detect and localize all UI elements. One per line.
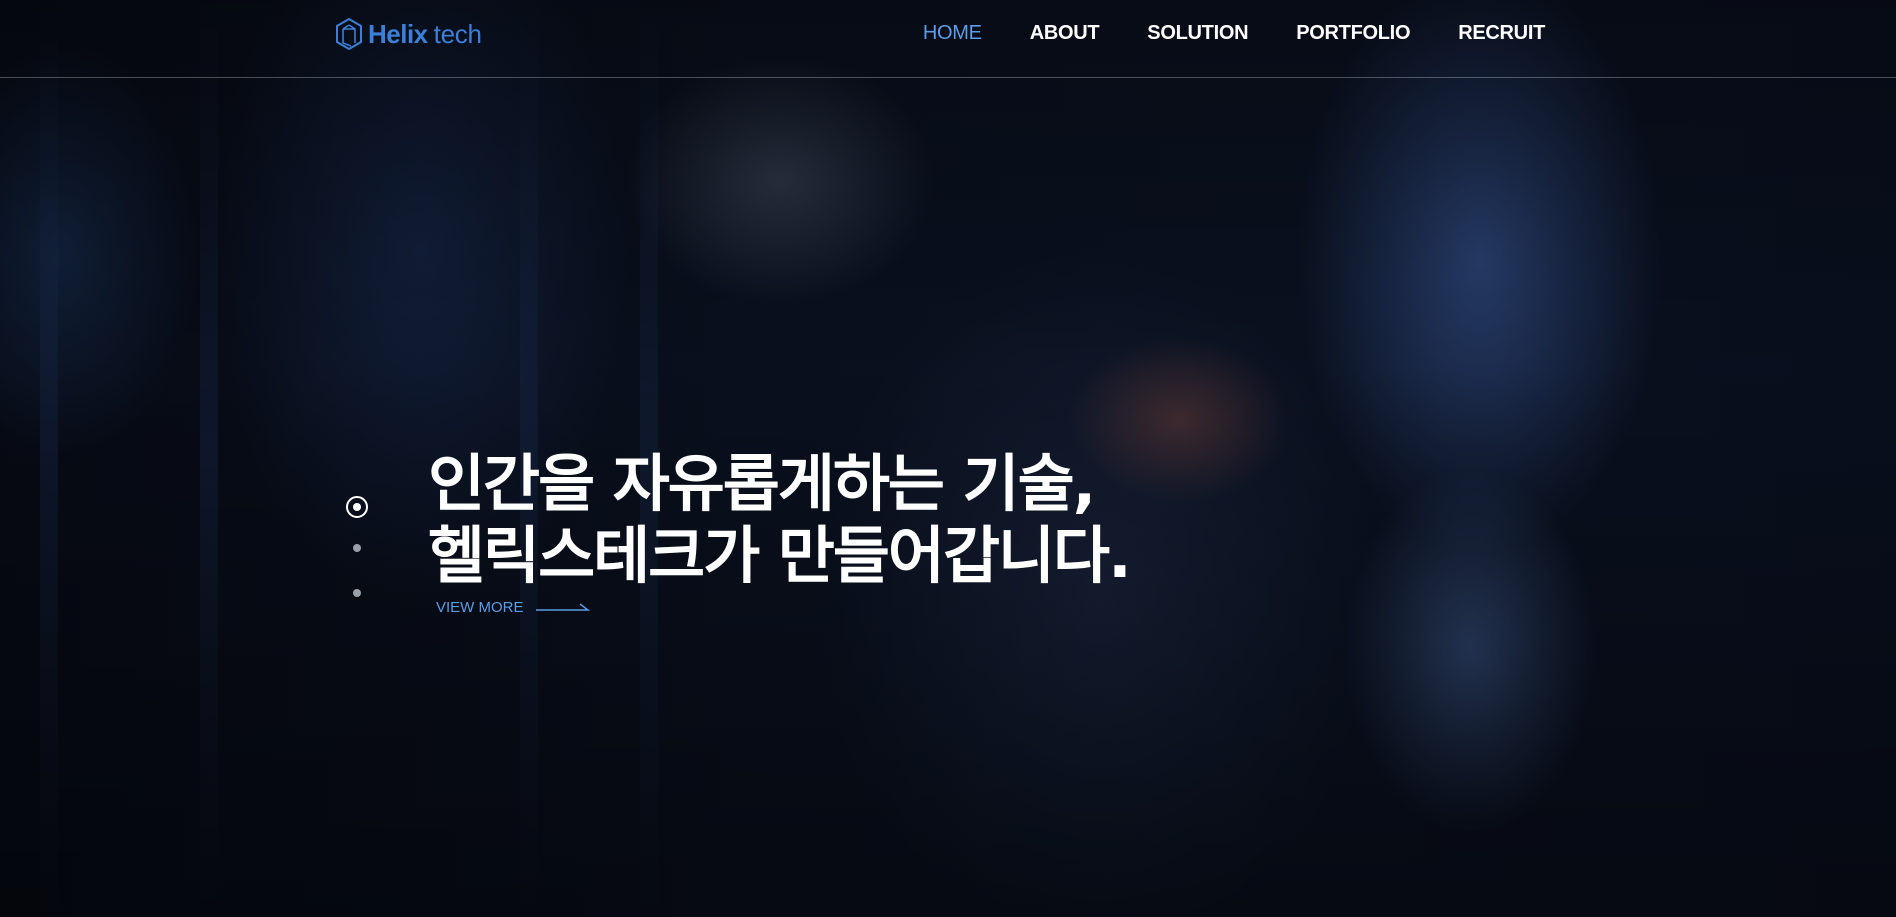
arrow-right-icon bbox=[535, 603, 590, 611]
hero-headline-line-2: 헬릭스테크가 만들어갑니다. bbox=[428, 519, 1132, 592]
nav-about[interactable]: ABOUT bbox=[1030, 22, 1100, 45]
main-nav: HOME ABOUT SOLUTION PORTFOLIO RECRUIT bbox=[923, 22, 1545, 45]
logo[interactable]: Helix tech bbox=[334, 14, 482, 54]
nav-solution[interactable]: SOLUTION bbox=[1147, 22, 1248, 45]
nav-portfolio[interactable]: PORTFOLIO bbox=[1296, 22, 1410, 45]
slide-indicator-1[interactable] bbox=[346, 496, 368, 518]
brand-name-bold: Helix bbox=[368, 18, 428, 49]
hero-headline-line-1: 인간을 자유롭게하는 기술, bbox=[428, 447, 1096, 520]
slide-indicator-3[interactable] bbox=[353, 589, 361, 597]
hero-headline: 인간을 자유롭게하는 기술, 헬릭스테크가 만들어갑니다. bbox=[428, 447, 1132, 592]
view-more-link[interactable]: VIEW MORE bbox=[436, 597, 590, 617]
hex-cube-icon bbox=[336, 17, 362, 51]
view-more-label: VIEW MORE bbox=[436, 598, 524, 616]
nav-home[interactable]: HOME bbox=[923, 22, 982, 45]
site-header: Helix tech HOME ABOUT SOLUTION PORTFOLIO… bbox=[0, 0, 1896, 78]
brand-name-light: tech bbox=[433, 18, 482, 49]
brand-name: Helix tech bbox=[368, 19, 482, 50]
nav-recruit[interactable]: RECRUIT bbox=[1458, 22, 1545, 45]
slide-indicator-2[interactable] bbox=[353, 544, 361, 552]
